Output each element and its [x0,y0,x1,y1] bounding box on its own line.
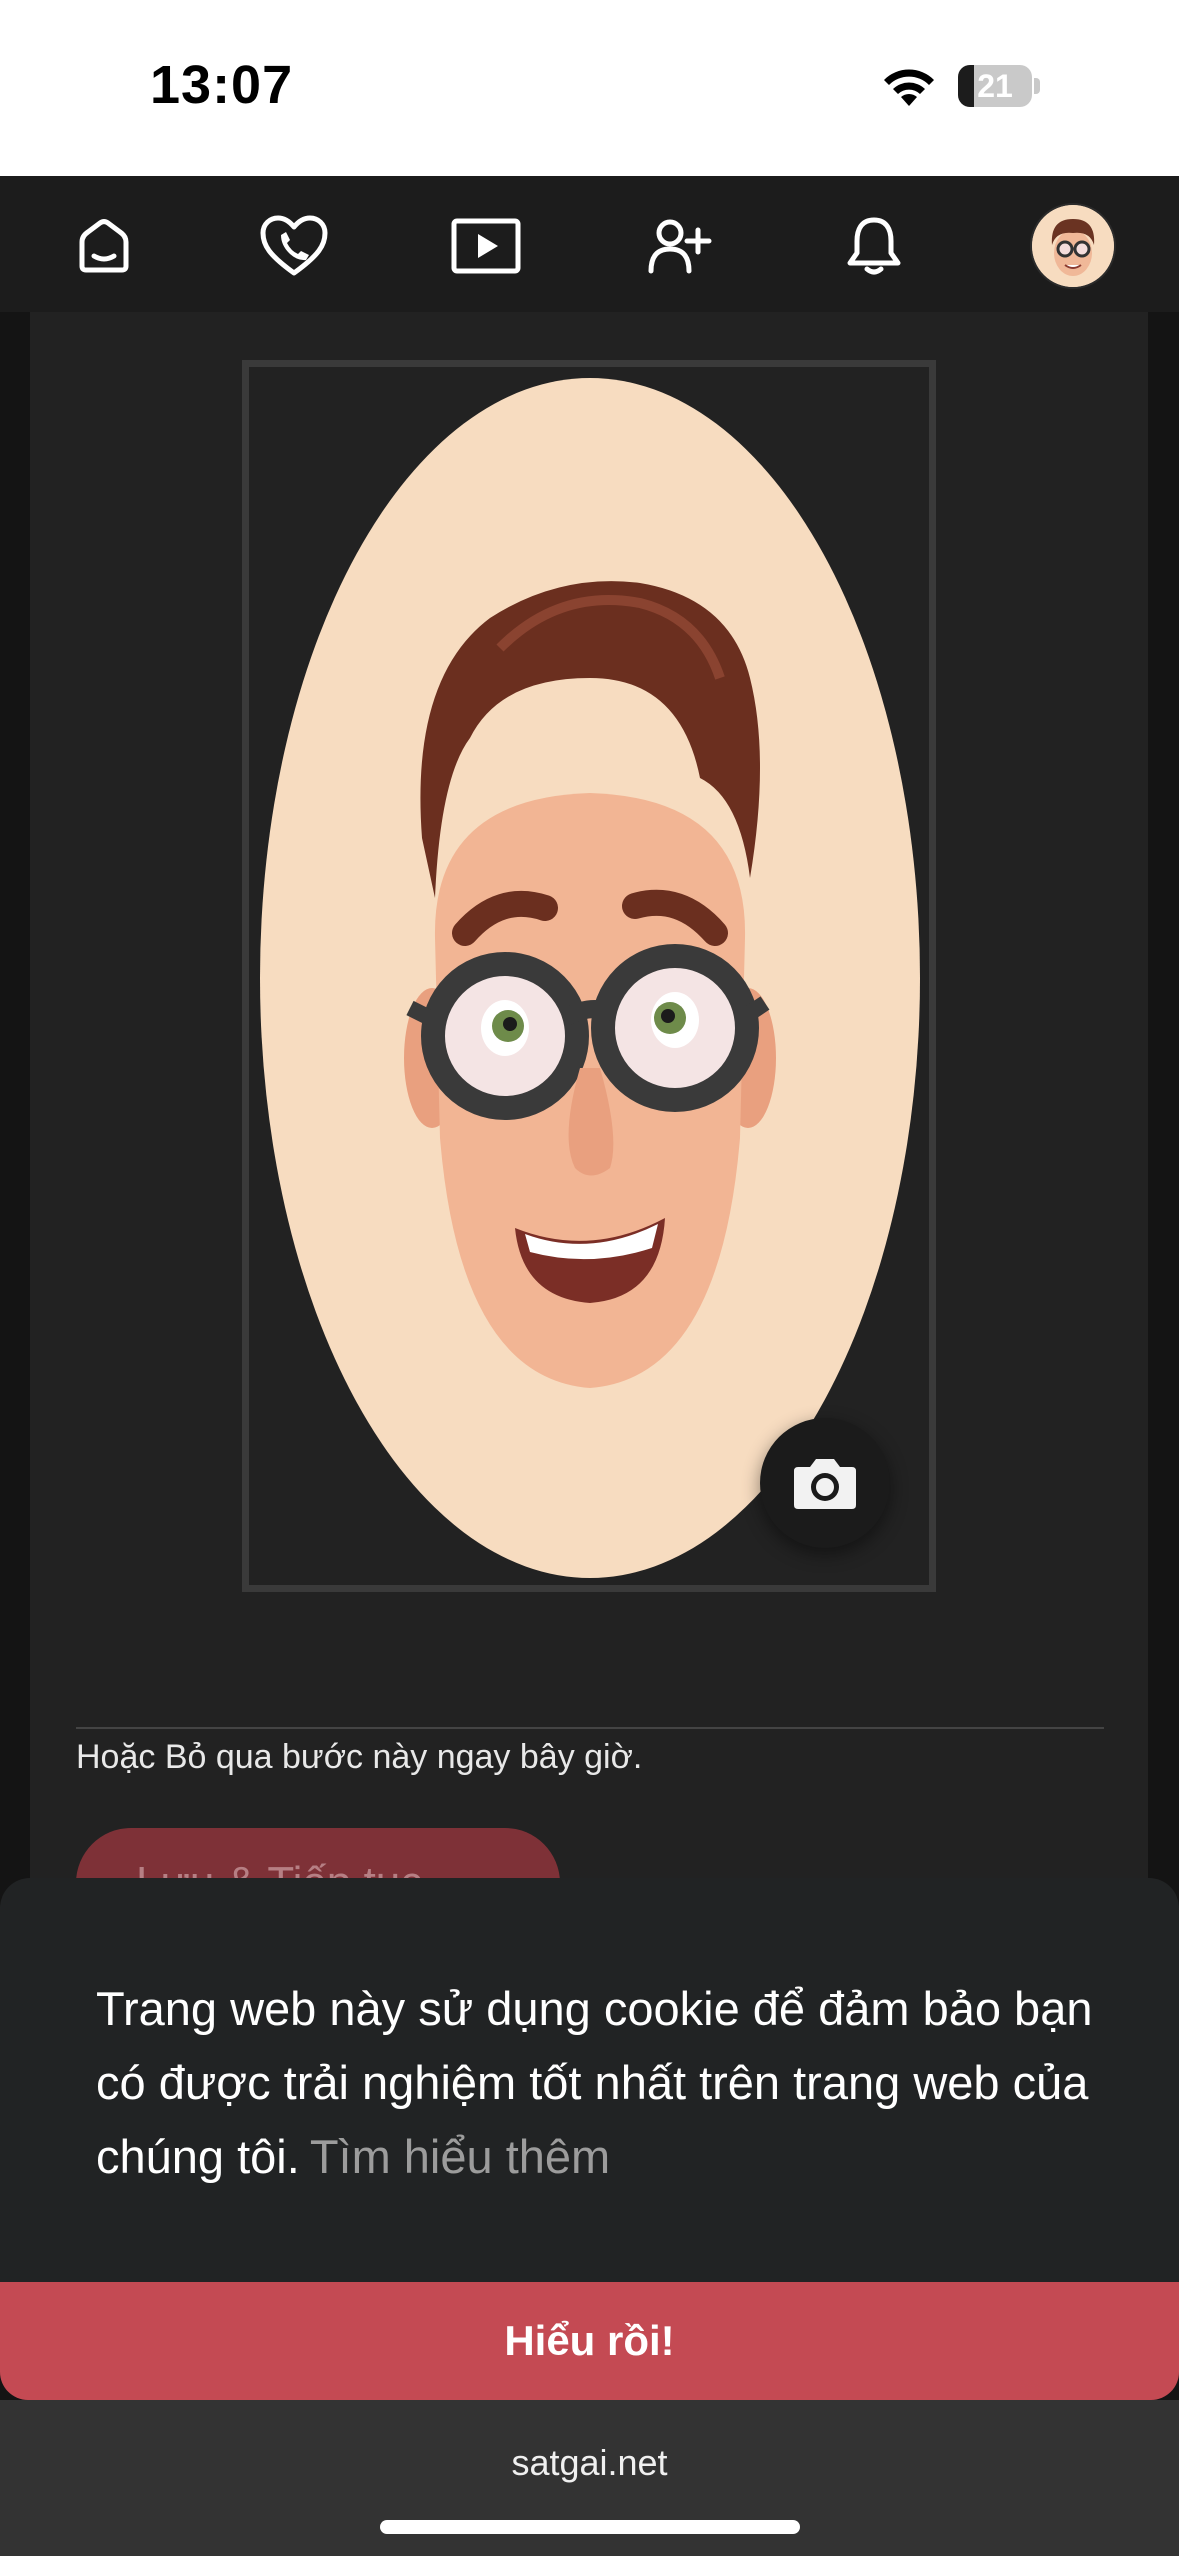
status-time: 13:07 [150,55,294,115]
top-navigation [0,176,1179,312]
cookie-message: Trang web này sử dụng cookie để đảm bảo … [96,1972,1096,2194]
video-play-icon[interactable] [450,210,522,282]
camera-icon [794,1459,856,1509]
battery-icon: 21 [958,65,1032,107]
divider [76,1727,1104,1729]
camera-button[interactable] [760,1418,890,1548]
learn-more-link[interactable]: Tìm hiểu thêm [310,2130,610,2183]
home-indicator[interactable] [380,2520,800,2534]
add-user-icon[interactable] [644,210,716,282]
accept-cookies-button[interactable]: Hiểu rồi! [0,2282,1179,2400]
profile-avatar[interactable] [1030,203,1116,289]
memoji-face [404,581,776,1388]
accept-cookies-label: Hiểu rồi! [504,2317,675,2364]
profile-photo[interactable] [260,378,920,1578]
browser-address-bar: satgai.net [0,2400,1179,2556]
url-text[interactable]: satgai.net [0,2442,1179,2484]
home-icon[interactable] [68,210,140,282]
heart-phone-icon[interactable] [258,210,330,282]
battery-level: 21 [977,68,1013,104]
status-bar: 13:07 21 [0,0,1179,176]
bell-icon[interactable] [838,210,910,282]
skip-step-link[interactable]: Hoặc Bỏ qua bước này ngay bây giờ. [76,1738,642,1777]
wifi-icon [884,69,934,106]
